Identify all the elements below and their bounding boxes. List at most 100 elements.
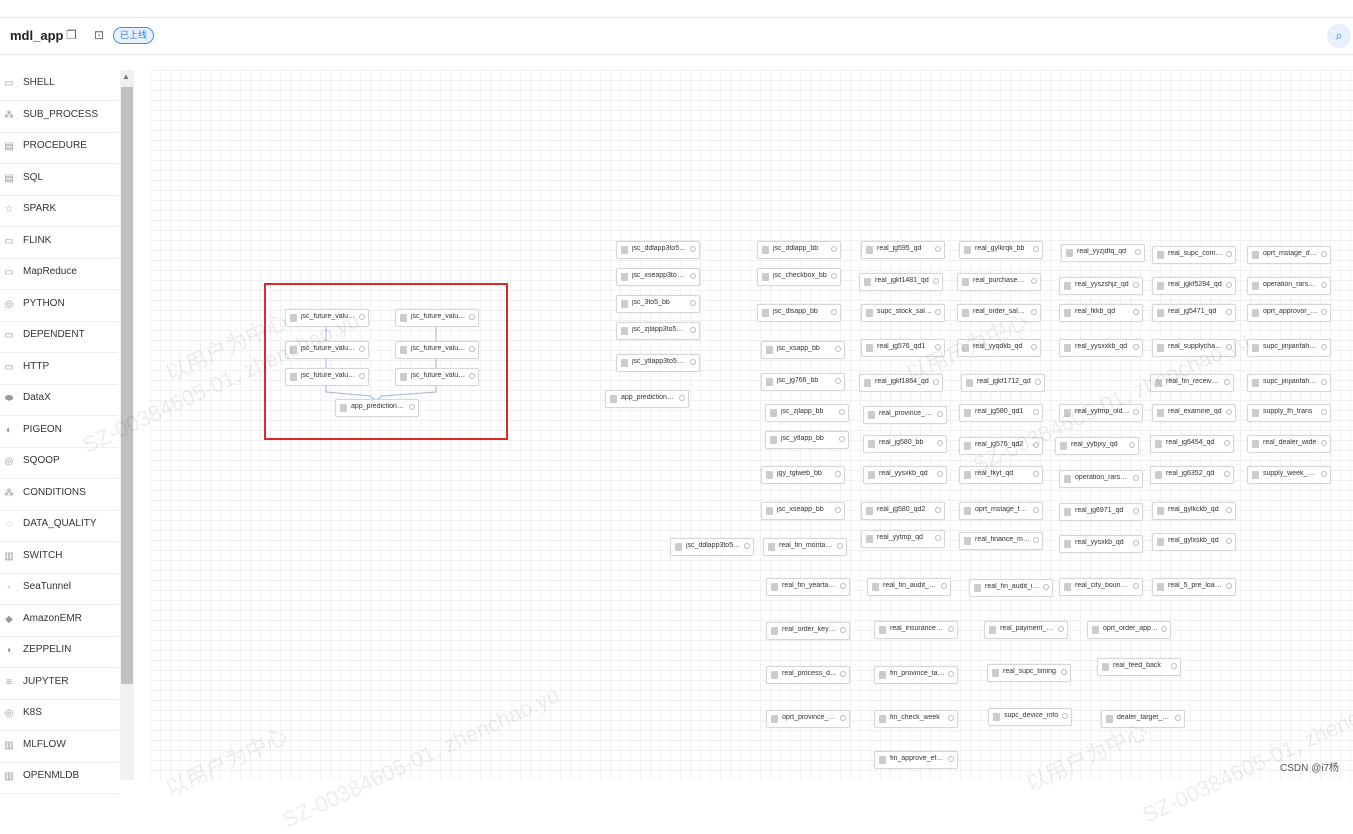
dag-node[interactable]: real_jg595_qd <box>861 241 945 259</box>
dag-node[interactable]: real_fin_audit_int... <box>969 579 1053 597</box>
dag-node[interactable]: real_fin_receivabl... <box>1150 374 1234 392</box>
dag-node[interactable]: real_jg580_bb <box>863 435 947 453</box>
dag-node[interactable]: app_prediction_tim... <box>605 390 689 408</box>
dag-node[interactable]: real_jg6454_qd <box>1150 435 1234 453</box>
dag-node[interactable]: oprt_mstage_durati... <box>1247 246 1331 264</box>
dag-node[interactable]: real_supc_compone... <box>1152 246 1236 264</box>
dag-node[interactable]: real_insurance_man... <box>874 621 958 639</box>
dag-node[interactable]: real_jg5471_qd <box>1152 304 1236 322</box>
dag-node[interactable]: jsc_checkbox_bb <box>757 268 841 286</box>
task-icon <box>866 246 873 254</box>
dag-node[interactable]: real_yyqdkb_qd <box>957 339 1041 357</box>
dag-node[interactable]: real_finance_mon_p... <box>959 532 1043 550</box>
dag-node[interactable]: supc_jinjianfahuo_... <box>1247 339 1331 357</box>
dag-node[interactable]: jsc_zjlapp_bb <box>765 404 849 422</box>
dag-node-label: real_5_pre_loan_qd <box>1168 582 1223 589</box>
task-icon <box>1102 663 1109 671</box>
dag-node-label: real_jg576_qd2 <box>975 441 1024 448</box>
task-icon <box>1252 251 1259 259</box>
dag-node[interactable]: real_examine_qd <box>1152 404 1236 422</box>
dag-node[interactable]: real_jg6352_qd <box>1150 466 1234 484</box>
dag-node[interactable]: real_jg576_qd2 <box>959 437 1043 455</box>
task-icon <box>966 379 973 387</box>
dag-node[interactable]: jsc_ytlapp_bb <box>765 431 849 449</box>
dag-node[interactable]: supply_fh_trans <box>1247 404 1331 422</box>
dag-node[interactable]: jgy_tglweb_bb <box>761 466 845 484</box>
node-status-icon <box>1133 409 1139 415</box>
dag-node[interactable]: real_order_sale_st... <box>957 304 1041 322</box>
dag-node[interactable]: oprt_province_day_... <box>766 710 850 728</box>
dag-node[interactable]: real_yyszshjz_qd <box>1059 277 1143 295</box>
dag-node[interactable]: dealer_target_valu... <box>1101 710 1185 728</box>
dag-node[interactable]: real_yysxkb_qd <box>1059 535 1143 553</box>
dag-node[interactable]: real_fin_montakein <box>763 538 847 556</box>
dag-node[interactable]: oprt_order_approve... <box>1087 621 1171 639</box>
dag-node[interactable]: real_province_payb... <box>863 406 947 424</box>
dag-node[interactable]: real_gylxskb_qd <box>1152 533 1236 551</box>
dag-node-label: real_yybjxy_qd <box>1071 441 1118 448</box>
dag-node[interactable]: jsc_ddlapp_bb <box>757 241 841 259</box>
dag-node[interactable]: jsc_ddlapp3to5_bb_ <box>670 538 754 556</box>
dag-node[interactable]: jsc_ytlapp3to5_bb <box>616 354 700 372</box>
dag-node[interactable]: real_gylkrqk_bb <box>959 241 1043 259</box>
node-status-icon <box>1133 540 1139 546</box>
node-status-icon <box>1321 440 1327 446</box>
dag-node[interactable]: real_yybjxy_qd <box>1055 437 1139 455</box>
dag-node[interactable]: fin_check_week <box>874 710 958 728</box>
dag-node[interactable]: real_jgkf1864_qd <box>859 374 943 392</box>
dag-node[interactable]: real_fin_yeartakei... <box>766 578 850 596</box>
dag-node[interactable]: real_fkkb_qd <box>1059 304 1143 322</box>
task-icon <box>964 537 971 545</box>
dag-node[interactable]: real_process_durat... <box>766 666 850 684</box>
dag-node[interactable]: supc_device_info <box>988 708 1072 726</box>
dag-node[interactable]: real_jg6971_qd <box>1059 503 1143 521</box>
dag-node[interactable]: oprt_approvor_dura... <box>1247 304 1331 322</box>
dag-node-label: real_gylxskb_qd <box>1168 537 1219 544</box>
dag-node[interactable]: real_supc_timing <box>987 664 1071 682</box>
dag-node[interactable]: real_jgkf5284_qd <box>1152 277 1236 295</box>
dag-node[interactable]: real_payment_appli... <box>984 621 1068 639</box>
dag-node[interactable]: real_yysxxkb_qd <box>1059 339 1143 357</box>
dag-node[interactable]: real_gylkckb_qd <box>1152 502 1236 520</box>
dag-node[interactable]: real_purchase_orde... <box>957 273 1041 291</box>
dag-node[interactable]: operation_rars_pro... <box>1059 470 1143 488</box>
dag-node[interactable]: jsc_xseapp_bb <box>761 502 845 520</box>
dag-node[interactable]: real_city_bound_qd <box>1059 578 1143 596</box>
dag-node[interactable]: real_jg580_qd2 <box>861 502 945 520</box>
task-icon <box>992 669 999 677</box>
dag-node[interactable]: oprt_mstage_funnel <box>959 502 1043 520</box>
dag-node-label: fin_approve_effici... <box>890 755 945 762</box>
dag-node[interactable]: real_jgkf1712_qd <box>961 374 1045 392</box>
dag-node[interactable]: real_order_keypoin... <box>766 622 850 640</box>
dag-node[interactable]: real_yytmp_old_qd <box>1059 404 1143 422</box>
dag-node[interactable]: fin_approve_effici... <box>874 751 958 769</box>
dag-node[interactable]: jsc_xseapp3to5_bb <box>616 268 700 286</box>
dag-node[interactable]: real_feed_back <box>1097 658 1181 676</box>
node-status-icon <box>1033 537 1039 543</box>
dag-node-label: real_jg580_bb <box>879 439 924 446</box>
dag-node[interactable]: fin_province_takei... <box>874 666 958 684</box>
dag-node[interactable]: jsc_zjlapp3to5_bb <box>616 322 700 340</box>
dag-node[interactable]: real_jg576_qd1 <box>861 339 945 357</box>
dag-node[interactable]: jsc_xsapp_bb <box>761 341 845 359</box>
dag-node[interactable]: jsc_jg766_bb <box>761 373 845 391</box>
dag-node[interactable]: real_5_pre_loan_qd <box>1152 578 1236 596</box>
dag-node[interactable]: real_yyzjdtq_qd <box>1061 244 1145 262</box>
dag-node[interactable]: real_supplychain_p... <box>1152 339 1236 357</box>
dag-node[interactable]: supc_jinjianfahuo_... <box>1247 374 1331 392</box>
dag-node[interactable]: real_jg580_qd1 <box>959 404 1043 422</box>
dag-node[interactable]: jsc_ddlapp3to5_bb <box>616 241 700 259</box>
node-status-icon <box>1033 442 1039 448</box>
dag-node[interactable]: real_fin_audit_det... <box>867 578 951 596</box>
dag-node[interactable]: real_yysxkb_qd <box>863 466 947 484</box>
dag-node[interactable]: real_dealer_wide <box>1247 435 1331 453</box>
node-status-icon <box>1226 282 1232 288</box>
dag-node[interactable]: real_fkyt_qd <box>959 466 1043 484</box>
dag-node[interactable]: real_jgkf1481_qd <box>859 273 943 291</box>
dag-node[interactable]: real_yytmp_qd <box>861 530 945 548</box>
dag-node[interactable]: supply_week_predit <box>1247 466 1331 484</box>
dag-node[interactable]: supc_stock_sale_hi... <box>861 304 945 322</box>
dag-node[interactable]: jsc_3to5_bb <box>616 295 700 313</box>
dag-node[interactable]: jsc_dlsapp_bb <box>757 304 841 322</box>
dag-node[interactable]: operation_rars_inf... <box>1247 277 1331 295</box>
